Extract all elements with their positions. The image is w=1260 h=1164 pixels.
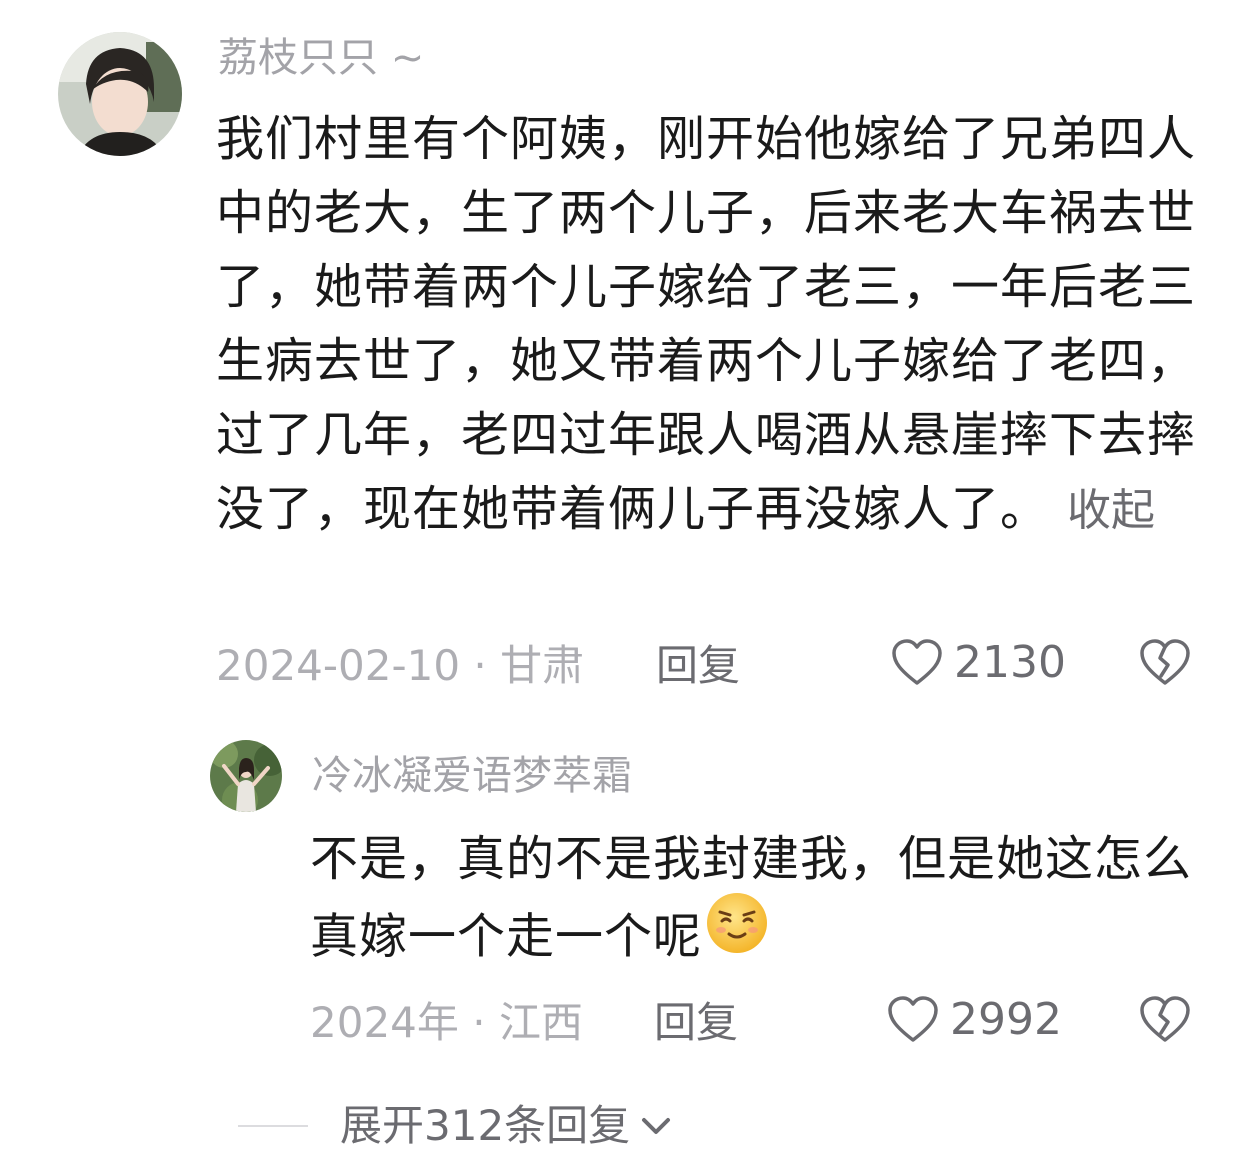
expand-replies-label: 展开312条回复 — [340, 1101, 631, 1150]
reply-dislike-button[interactable] — [1138, 995, 1192, 1049]
broken-heart-icon — [1140, 639, 1190, 685]
broken-heart-icon — [1140, 996, 1190, 1042]
comment-username[interactable]: 荔枝只只 ~ — [218, 38, 424, 78]
smirk-emoji-icon — [704, 890, 770, 977]
comment-text: 我们村里有个阿姨，刚开始他嫁给了兄弟四人中的老大，生了两个儿子，后来老大车祸去世… — [216, 111, 1197, 537]
reply-meta: 2024年 · 江西 — [310, 998, 583, 1047]
reply-username[interactable]: 冷冰凝爱语梦萃霜 — [312, 756, 632, 796]
comment-avatar[interactable] — [58, 32, 182, 156]
expand-divider — [238, 1125, 308, 1127]
avatar-image — [210, 740, 282, 812]
comment-like-count: 2130 — [954, 637, 1066, 688]
comment-body: 我们村里有个阿姨，刚开始他嫁给了兄弟四人中的老大，生了两个儿子，后来老大车祸去世… — [216, 102, 1216, 548]
reply-reply-button[interactable]: 回复 — [654, 1002, 738, 1044]
chevron-down-icon — [642, 1118, 671, 1134]
comment-reply-button[interactable]: 回复 — [656, 645, 740, 687]
comment-dislike-button[interactable] — [1138, 638, 1192, 692]
collapse-button[interactable]: 收起 — [1067, 485, 1155, 536]
heart-icon — [888, 996, 938, 1042]
heart-icon — [892, 639, 942, 685]
reply-avatar[interactable] — [210, 740, 282, 812]
comment-like-button[interactable]: 2130 — [890, 638, 1066, 688]
comment-meta: 2024-02-10 · 甘肃 — [216, 641, 585, 690]
avatar-image — [58, 32, 182, 156]
expand-replies-button[interactable]: 展开312条回复 — [238, 1105, 676, 1147]
reply-body: 不是，真的不是我封建我，但是她这怎么真嫁一个走一个呢 — [310, 822, 1210, 983]
reply-like-count: 2992 — [950, 994, 1062, 1045]
reply-like-button[interactable]: 2992 — [886, 995, 1062, 1045]
